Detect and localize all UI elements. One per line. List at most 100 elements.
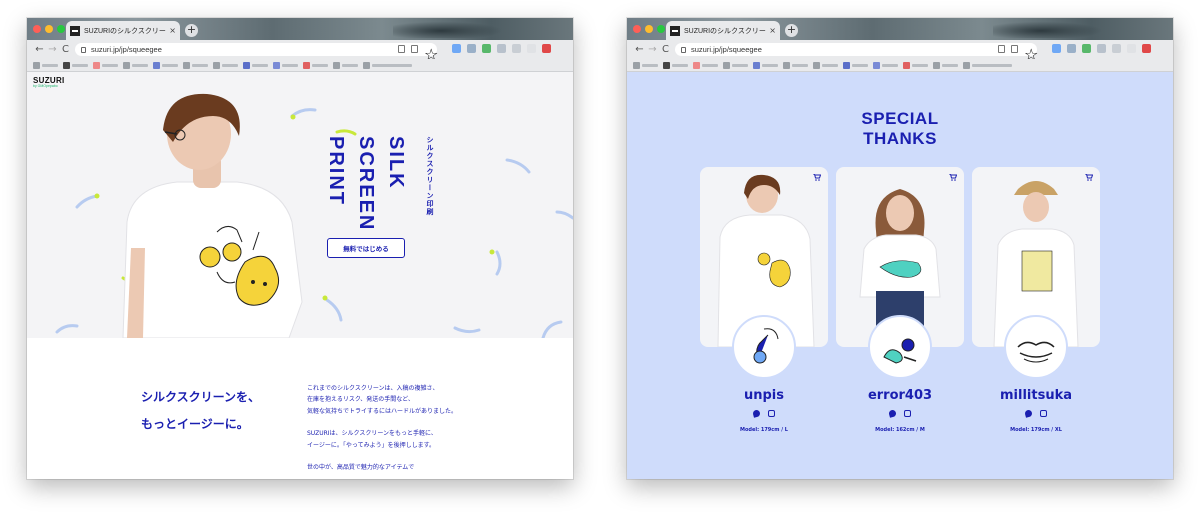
decor-arc [453, 326, 481, 334]
bookmark-item[interactable] [363, 61, 412, 69]
extension-icon[interactable] [527, 44, 536, 53]
bookmark-item[interactable] [873, 61, 898, 69]
bookmark-item[interactable] [63, 61, 88, 69]
window-controls [633, 25, 665, 33]
maximize-window-button[interactable] [657, 25, 665, 33]
bookmark-item[interactable] [933, 61, 958, 69]
share-icon[interactable] [1011, 45, 1018, 53]
minimize-window-button[interactable] [645, 25, 653, 33]
tab-close-icon[interactable]: × [169, 26, 176, 35]
cast-icon[interactable] [998, 45, 1005, 53]
new-tab-button[interactable]: + [785, 24, 798, 37]
minimize-window-button[interactable] [45, 25, 53, 33]
page-content: SUZURI by GMOpepabo SILK SCREEN PRINT シル… [27, 72, 573, 479]
bookmark-item[interactable] [33, 61, 58, 69]
cart-icon[interactable] [949, 174, 957, 181]
close-window-button[interactable] [633, 25, 641, 33]
extension-icon[interactable] [1067, 44, 1076, 53]
bookmark-item[interactable] [753, 61, 778, 69]
model-photo [122, 93, 303, 338]
start-free-button[interactable]: 無料ではじめる [327, 238, 405, 258]
extension-icon[interactable] [1127, 44, 1136, 53]
star-icon[interactable]: ☆ [424, 45, 438, 64]
bookmark-item[interactable] [813, 61, 838, 69]
browser-tab[interactable]: SUZURIのシルクスクリーン ∞ × [66, 21, 180, 40]
tab-strip: SUZURIのシルクスクリーン ∞ × + [27, 18, 573, 40]
address-bar[interactable]: suzuri.jp/jp/squeegee ☆ [75, 43, 438, 64]
extension-icon[interactable] [452, 44, 461, 53]
bookmark-item[interactable] [333, 61, 358, 69]
star-icon[interactable]: ☆ [1024, 45, 1038, 64]
page-content: SPECIAL THANKS unpis Model: 179cm / L er… [627, 72, 1173, 479]
browser-window-right: SUZURIのシルクスクリーン ∞ × + ← → C suzuri.jp/jp… [627, 18, 1173, 479]
extension-icon[interactable] [512, 44, 521, 53]
reload-icon[interactable]: C [59, 44, 72, 55]
reload-icon[interactable]: C [659, 44, 672, 55]
bookmark-item[interactable] [633, 61, 658, 69]
twitter-icon[interactable] [752, 409, 761, 418]
bookmark-item[interactable] [963, 61, 1012, 69]
suzuri-logo[interactable]: SUZURI by GMOpepabo [33, 76, 65, 88]
back-arrow-icon[interactable]: ← [33, 44, 46, 55]
bookmark-item[interactable] [153, 61, 178, 69]
back-arrow-icon[interactable]: ← [633, 44, 646, 55]
extension-icon[interactable] [1097, 44, 1106, 53]
decor-arc [75, 194, 99, 209]
model-name[interactable]: unpis [694, 388, 834, 403]
bookmark-item[interactable] [303, 61, 328, 69]
extension-icon[interactable] [497, 44, 506, 53]
maximize-window-button[interactable] [57, 25, 65, 33]
bookmark-item[interactable] [213, 61, 238, 69]
model-info: Model: 179cm / L [740, 427, 788, 433]
bookmark-item[interactable] [693, 61, 718, 69]
browser-toolbar: ← → C suzuri.jp/jp/squeegee ☆ [627, 40, 1173, 64]
bookmark-item[interactable] [123, 61, 148, 69]
bookmark-item[interactable] [273, 61, 298, 69]
favicon-icon [70, 25, 80, 36]
bookmark-item[interactable] [183, 61, 208, 69]
model-name[interactable]: millitsuka [966, 388, 1106, 403]
browser-tab[interactable]: SUZURIのシルクスクリーン ∞ × [666, 21, 780, 40]
extension-icon[interactable] [1142, 44, 1151, 53]
tab-strip: SUZURIのシルクスクリーン ∞ × + [627, 18, 1173, 40]
model-name[interactable]: error403 [830, 388, 970, 403]
bookmark-item[interactable] [903, 61, 928, 69]
instagram-icon[interactable] [904, 410, 911, 417]
extension-icon[interactable] [1082, 44, 1091, 53]
browser-toolbar: ← → C suzuri.jp/jp/squeegee ☆ [27, 40, 573, 64]
cart-icon[interactable] [1085, 174, 1093, 181]
browser-window-left: SUZURIのシルクスクリーン ∞ × + ← → C suzuri.jp/jp… [27, 18, 573, 479]
extension-icon[interactable] [467, 44, 476, 53]
address-bar[interactable]: suzuri.jp/jp/squeegee ☆ [675, 43, 1038, 64]
cart-icon[interactable] [813, 174, 821, 181]
artist-avatar-millitsuka [1004, 315, 1068, 379]
bookmark-item[interactable] [843, 61, 868, 69]
bookmark-item[interactable] [93, 61, 118, 69]
model-info: Model: 179cm / XL [1010, 427, 1062, 433]
cast-icon[interactable] [398, 45, 405, 53]
hero-section: SUZURI by GMOpepabo SILK SCREEN PRINT シル… [27, 72, 573, 338]
twitter-icon[interactable] [1024, 409, 1033, 418]
hero-title-print: PRINT [325, 136, 347, 206]
extension-icon[interactable] [1112, 44, 1121, 53]
forward-arrow-icon[interactable]: → [46, 44, 59, 55]
bookmark-item[interactable] [783, 61, 808, 69]
artist-avatar-unpis [732, 315, 796, 379]
instagram-icon[interactable] [1040, 410, 1047, 417]
model-info: Model: 162cm / M [875, 427, 925, 433]
bookmark-item[interactable] [243, 61, 268, 69]
extension-icon[interactable] [482, 44, 491, 53]
tab-close-icon[interactable]: × [769, 26, 776, 35]
instagram-icon[interactable] [768, 410, 775, 417]
new-tab-button[interactable]: + [185, 24, 198, 37]
share-icon[interactable] [411, 45, 418, 53]
twitter-icon[interactable] [888, 409, 897, 418]
forward-arrow-icon[interactable]: → [646, 44, 659, 55]
special-thanks-title: SPECIAL THANKS [861, 109, 939, 148]
bookmark-item[interactable] [663, 61, 688, 69]
decor-arc [505, 158, 531, 174]
bookmark-item[interactable] [723, 61, 748, 69]
extension-icon[interactable] [542, 44, 551, 53]
close-window-button[interactable] [33, 25, 41, 33]
extension-icon[interactable] [1052, 44, 1061, 53]
